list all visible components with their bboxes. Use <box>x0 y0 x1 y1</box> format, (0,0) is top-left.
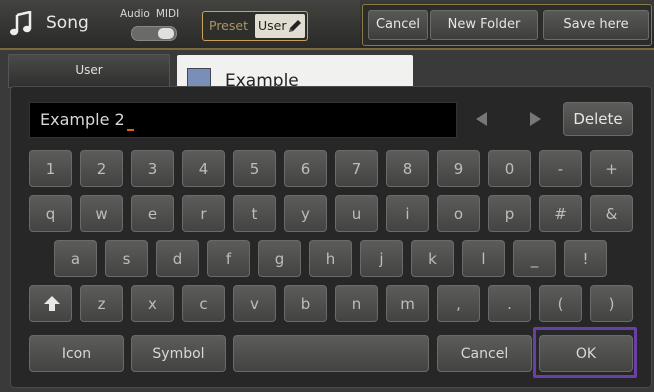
key-p[interactable]: p <box>488 195 531 232</box>
cursor-left-icon[interactable] <box>476 112 487 126</box>
preset-tab[interactable]: Preset <box>209 18 248 33</box>
key-o[interactable]: o <box>437 195 480 232</box>
key-b[interactable]: b <box>284 285 327 322</box>
key-z[interactable]: z <box>80 285 123 322</box>
key-t[interactable]: t <box>233 195 276 232</box>
key-4[interactable]: 4 <box>182 150 225 187</box>
key-comma[interactable]: , <box>437 285 480 322</box>
key-w[interactable]: w <box>80 195 123 232</box>
key-7[interactable]: 7 <box>335 150 378 187</box>
key-d[interactable]: d <box>156 240 199 277</box>
key-i[interactable]: i <box>386 195 429 232</box>
key-r[interactable]: r <box>182 195 225 232</box>
key-x[interactable]: x <box>131 285 174 322</box>
key-5[interactable]: 5 <box>233 150 276 187</box>
key-s[interactable]: s <box>105 240 148 277</box>
key-h[interactable]: h <box>309 240 352 277</box>
key-open-paren[interactable]: ( <box>539 285 582 322</box>
key-u[interactable]: u <box>335 195 378 232</box>
key-j[interactable]: j <box>360 240 403 277</box>
space-key[interactable] <box>233 335 429 372</box>
user-tab-label: User <box>258 18 287 33</box>
key-exclamation[interactable]: ! <box>564 240 607 277</box>
key-f[interactable]: f <box>207 240 250 277</box>
key-hash[interactable]: # <box>539 195 582 232</box>
name-input-value: Example 2 <box>40 110 125 129</box>
audio-label: Audio <box>120 8 150 20</box>
key-g[interactable]: g <box>258 240 301 277</box>
toggle-knob <box>158 28 174 39</box>
music-note-icon <box>10 11 32 36</box>
key-plus[interactable]: + <box>590 150 633 187</box>
audio-midi-labels: Audio MIDI <box>120 8 185 20</box>
key-period[interactable]: . <box>488 285 531 322</box>
key-2[interactable]: 2 <box>80 150 123 187</box>
key-k[interactable]: k <box>411 240 454 277</box>
preset-user-switch: Preset User <box>202 11 308 41</box>
key-1[interactable]: 1 <box>29 150 72 187</box>
symbol-button[interactable]: Symbol <box>131 335 226 372</box>
key-0[interactable]: 0 <box>488 150 531 187</box>
key-c[interactable]: c <box>182 285 225 322</box>
key-e[interactable]: e <box>131 195 174 232</box>
text-caret <box>127 129 134 131</box>
key-a[interactable]: a <box>54 240 97 277</box>
key-n[interactable]: n <box>335 285 378 322</box>
sidebar-item-user[interactable]: User <box>8 54 170 88</box>
ok-button[interactable]: OK <box>539 335 633 372</box>
cancel-button[interactable]: Cancel <box>368 10 428 40</box>
key-m[interactable]: m <box>386 285 429 322</box>
key-y[interactable]: y <box>284 195 327 232</box>
key-l[interactable]: l <box>462 240 505 277</box>
key-3[interactable]: 3 <box>131 150 174 187</box>
key-q[interactable]: q <box>29 195 72 232</box>
keyboard-cancel-button[interactable]: Cancel <box>437 335 532 372</box>
key-v[interactable]: v <box>233 285 276 322</box>
header-bar: Song Audio MIDI Preset User Cancel New Fo… <box>0 0 654 50</box>
key-9[interactable]: 9 <box>437 150 480 187</box>
header-actions: Cancel New Folder Save here <box>362 4 652 46</box>
key-6[interactable]: 6 <box>284 150 327 187</box>
song-area[interactable]: Song Audio MIDI Preset User <box>0 0 360 48</box>
new-folder-button[interactable]: New Folder <box>430 10 538 40</box>
icon-button[interactable]: Icon <box>29 335 124 372</box>
key-close-paren[interactable]: ) <box>590 285 633 322</box>
shift-arrow-icon <box>44 296 60 311</box>
song-label: Song <box>46 13 89 33</box>
audio-midi-toggle[interactable] <box>131 26 177 41</box>
key-underscore[interactable]: _ <box>513 240 556 277</box>
name-input[interactable]: Example 2 <box>29 102 457 138</box>
save-here-button[interactable]: Save here <box>543 10 649 40</box>
key-8[interactable]: 8 <box>386 150 429 187</box>
pencil-icon <box>289 20 301 32</box>
key-minus[interactable]: - <box>539 150 582 187</box>
delete-button[interactable]: Delete <box>563 102 633 136</box>
midi-label: MIDI <box>155 8 180 20</box>
shift-key[interactable] <box>29 285 72 322</box>
cursor-right-icon[interactable] <box>530 112 541 126</box>
user-tab[interactable]: User <box>255 14 305 38</box>
key-ampersand[interactable]: & <box>590 195 633 232</box>
